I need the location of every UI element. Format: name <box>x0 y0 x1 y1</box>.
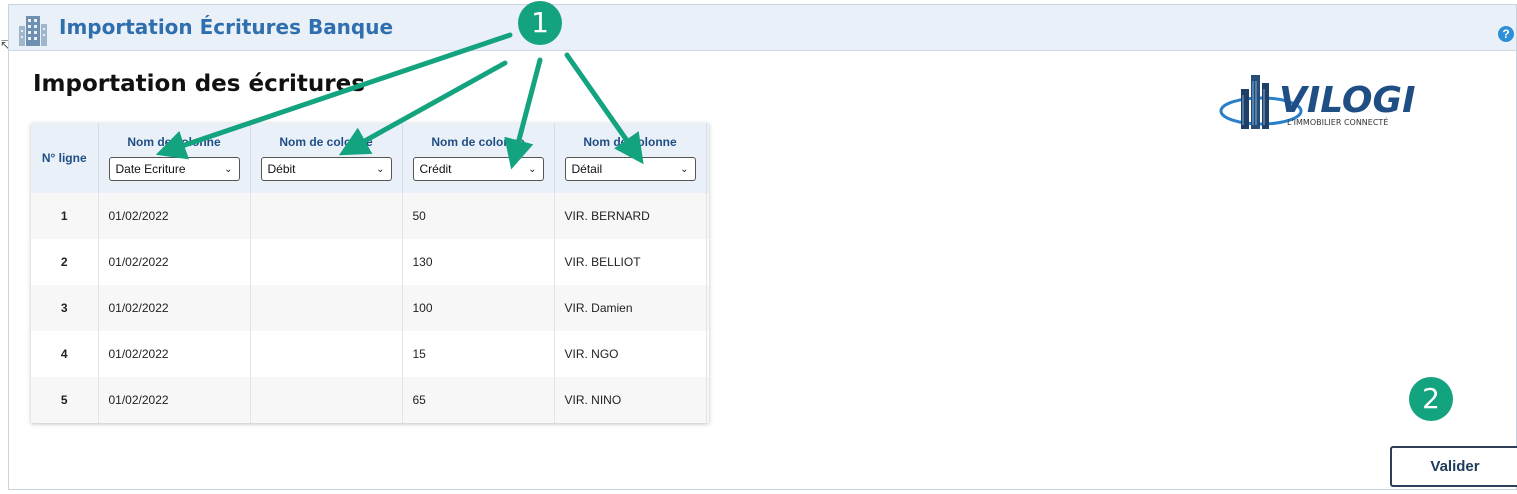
row-number: 2 <box>31 239 99 285</box>
validate-button[interactable]: Valider <box>1390 446 1517 487</box>
cell-date: 01/02/2022 <box>98 377 251 423</box>
column-header-overflow <box>706 123 709 193</box>
building-icon <box>19 16 47 46</box>
cell-credit: 100 <box>402 285 555 331</box>
cell-debit <box>250 331 403 377</box>
cell-detail: VIR. BELLIOT <box>554 239 707 285</box>
column-select-value: Crédit <box>419 162 452 176</box>
vilogi-logo: VILOGI L'IMMOBILIER CONNECTÉ <box>1219 75 1415 129</box>
chevron-down-icon: ⌄ <box>680 163 689 175</box>
cell-debit <box>250 239 403 285</box>
chevron-down-icon: ⌄ <box>376 163 385 175</box>
table-row: 3 01/02/2022 100 VIR. Damien <box>31 285 709 331</box>
cell-credit: 50 <box>402 193 555 239</box>
logo-tagline: L'IMMOBILIER CONNECTÉ <box>1287 116 1388 127</box>
table-row: 2 01/02/2022 130 VIR. BELLIOT <box>31 239 709 285</box>
column-header-1: Nom de colonne Date Ecriture ⌄ <box>98 123 251 193</box>
column-header-label: Nom de colonne <box>279 135 373 149</box>
import-table: N° ligne Nom de colonne Date Ecriture ⌄ … <box>31 123 709 423</box>
cell-overflow <box>706 331 709 377</box>
row-number-header: N° ligne <box>31 123 99 193</box>
table-row: 5 01/02/2022 65 VIR. NINO <box>31 377 709 423</box>
cell-overflow <box>706 285 709 331</box>
cell-date: 01/02/2022 <box>98 331 251 377</box>
logo-brand: VILOGI <box>1279 80 1415 121</box>
import-window: Importation Écritures Banque ? Importati… <box>8 4 1517 490</box>
cell-detail: VIR. Damien <box>554 285 707 331</box>
column-select-2[interactable]: Débit ⌄ <box>260 157 392 181</box>
column-select-1[interactable]: Date Ecriture ⌄ <box>108 157 240 181</box>
help-icon[interactable]: ? <box>1498 26 1514 42</box>
column-select-4[interactable]: Détail ⌄ <box>564 157 696 181</box>
cell-detail: VIR. NINO <box>554 377 707 423</box>
window-title: Importation Écritures Banque <box>59 15 394 39</box>
cell-detail: VIR. NGO <box>554 331 707 377</box>
column-select-3[interactable]: Crédit ⌄ <box>412 157 544 181</box>
table-row: 4 01/02/2022 15 VIR. NGO <box>31 331 709 377</box>
column-header-label: Nom de colonne <box>583 135 677 149</box>
column-header-4: Nom de colonne Détail ⌄ <box>554 123 707 193</box>
row-number: 3 <box>31 285 99 331</box>
cell-date: 01/02/2022 <box>98 239 251 285</box>
row-number: 1 <box>31 193 99 239</box>
cell-credit: 130 <box>402 239 555 285</box>
cell-debit <box>250 285 403 331</box>
column-header-label: Nom de colonne <box>127 135 221 149</box>
row-number: 5 <box>31 377 99 423</box>
row-number: 4 <box>31 331 99 377</box>
table-row: 1 01/02/2022 50 VIR. BERNARD <box>31 193 709 239</box>
cell-overflow <box>706 239 709 285</box>
column-header-2: Nom de colonne Débit ⌄ <box>250 123 403 193</box>
annotation-badge-1: 1 <box>518 1 562 45</box>
cell-overflow <box>706 377 709 423</box>
column-header-3: Nom de colonne Crédit ⌄ <box>402 123 555 193</box>
cell-debit <box>250 377 403 423</box>
column-select-value: Détail <box>571 162 603 176</box>
column-select-value: Débit <box>267 162 296 176</box>
chevron-down-icon: ⌄ <box>528 163 537 175</box>
cell-debit <box>250 193 403 239</box>
cell-date: 01/02/2022 <box>98 285 251 331</box>
annotation-badge-2: 2 <box>1409 377 1453 421</box>
column-header-label: Nom de colonne <box>431 135 525 149</box>
cell-overflow <box>706 193 709 239</box>
cell-date: 01/02/2022 <box>98 193 251 239</box>
import-table-container: N° ligne Nom de colonne Date Ecriture ⌄ … <box>31 123 709 423</box>
column-select-value: Date Ecriture <box>115 162 186 176</box>
title-bar: Importation Écritures Banque ? <box>9 5 1516 51</box>
cell-detail: VIR. BERNARD <box>554 193 707 239</box>
table-header-row: N° ligne Nom de colonne Date Ecriture ⌄ … <box>31 123 709 193</box>
cell-credit: 15 <box>402 331 555 377</box>
chevron-down-icon: ⌄ <box>224 163 233 175</box>
cell-credit: 65 <box>402 377 555 423</box>
page-title: Importation des écritures <box>33 71 365 97</box>
